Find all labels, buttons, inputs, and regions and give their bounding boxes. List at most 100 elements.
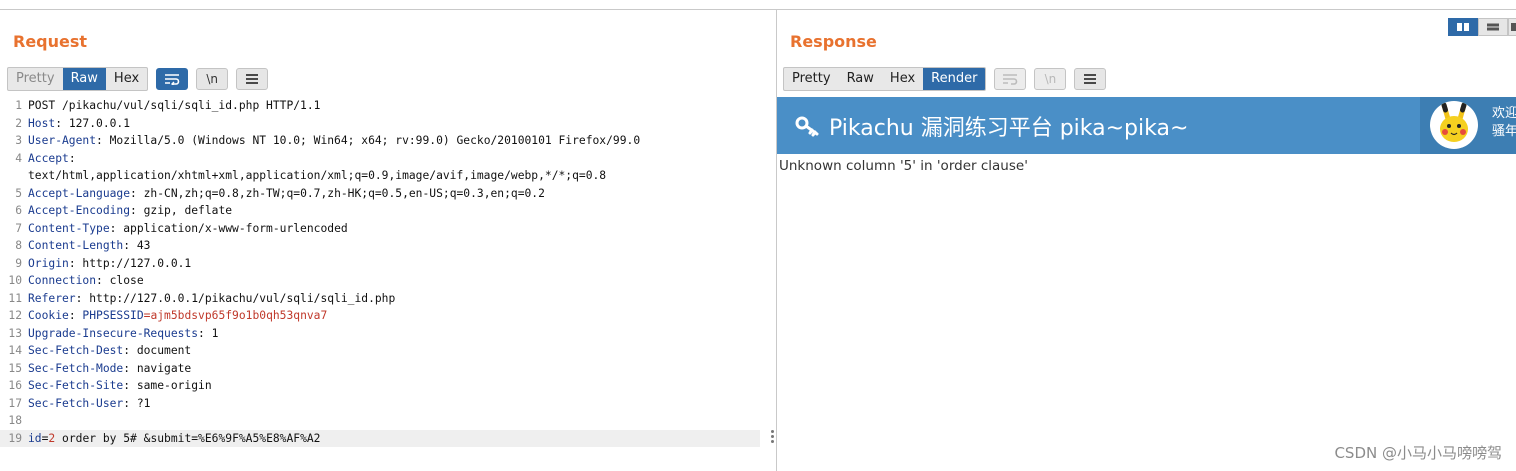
line-number: 10 bbox=[8, 274, 22, 287]
line-key: Accept-Encoding bbox=[28, 204, 131, 217]
layout-toggle bbox=[1448, 18, 1516, 36]
request-line[interactable]: 17 Sec-Fetch-User: ?1 bbox=[0, 395, 760, 413]
request-line[interactable]: 14 Sec-Fetch-Dest: document bbox=[0, 342, 760, 360]
line-value: : zh-CN,zh;q=0.8,zh-TW;q=0.7,zh-HK;q=0.5… bbox=[130, 186, 545, 200]
pikachu-avatar bbox=[1430, 101, 1478, 149]
sql-error-message: Unknown column '5' in 'order clause' bbox=[779, 158, 1028, 174]
rows-icon bbox=[1487, 23, 1499, 31]
line-number: 9 bbox=[15, 256, 22, 270]
line-key: id bbox=[28, 431, 42, 445]
line-key: Sec-Fetch-Dest bbox=[28, 344, 124, 357]
line-value: : same-origin bbox=[123, 379, 212, 392]
line-value: : 127.0.0.1 bbox=[55, 116, 131, 130]
line-number: 14 bbox=[8, 344, 22, 357]
banner-title[interactable]: Pikachu 漏洞练习平台 pika~pika~ bbox=[795, 110, 1188, 142]
csdn-watermark: CSDN @小马小马嗙嗙驾 bbox=[1334, 444, 1502, 462]
line-key: Cookie bbox=[28, 309, 69, 322]
newline-toggle-button[interactable]: \n bbox=[1034, 68, 1067, 90]
request-line[interactable]: 1 POST /pikachu/vul/sqli/sqli_id.php HTTP… bbox=[0, 97, 760, 115]
tab-hex[interactable]: Hex bbox=[106, 68, 147, 90]
request-title: Request bbox=[13, 32, 88, 51]
line-key: Accept bbox=[28, 151, 69, 165]
line-value: : Mozilla/5.0 (Windows NT 10.0; Win64; x… bbox=[96, 134, 641, 147]
wrap-lines-button[interactable] bbox=[994, 68, 1027, 90]
request-line[interactable]: 11 Referer: http://127.0.0.1/pikachu/vul/… bbox=[0, 290, 760, 308]
line-number: 4 bbox=[15, 151, 22, 165]
tab-pretty[interactable]: Pretty bbox=[8, 68, 63, 90]
request-view-tabs: Pretty Raw Hex bbox=[7, 67, 149, 91]
request-line[interactable]: 13 Upgrade-Insecure-Requests: 1 bbox=[0, 325, 760, 343]
line-value: : document bbox=[123, 344, 192, 357]
line-key: Content-Length bbox=[28, 239, 124, 252]
newline-toggle-button[interactable]: \n bbox=[196, 68, 229, 90]
line-value: text/html,application/xhtml+xml,applicat… bbox=[28, 169, 607, 182]
request-line[interactable]: text/html,application/xhtml+xml,applicat… bbox=[0, 167, 760, 185]
tab-raw[interactable]: Raw bbox=[839, 68, 882, 90]
line-value: : bbox=[68, 151, 76, 165]
line-value: 2 bbox=[48, 431, 56, 445]
line-value: : ?1 bbox=[123, 396, 151, 410]
request-line[interactable]: 10 Connection: close bbox=[0, 272, 760, 290]
line-value: POST /pikachu/vul/sqli/sqli_id.php HTTP/… bbox=[28, 99, 321, 112]
request-line[interactable]: 19 id = 2 order by 5# &submit=%E6%9F%A5%E8%… bbox=[0, 429, 760, 447]
line-key: Accept-Language bbox=[28, 186, 131, 200]
wrap-lines-button[interactable] bbox=[156, 68, 189, 90]
request-line[interactable]: 15 Sec-Fetch-Mode: navigate bbox=[0, 360, 760, 378]
request-line[interactable]: 16 Sec-Fetch-Site: same-origin bbox=[0, 377, 760, 395]
rendered-response: Pikachu 漏洞练习平台 pika~pika~ 欢迎 骚年 Unknown … bbox=[777, 97, 1516, 471]
request-line[interactable]: 3 User-Agent: Mozilla/5.0 (Windows NT 10.… bbox=[0, 132, 760, 150]
line-key: Sec-Fetch-User bbox=[28, 396, 124, 410]
menu-icon bbox=[246, 74, 259, 84]
request-line[interactable]: 18 bbox=[0, 412, 760, 430]
request-menu-button[interactable] bbox=[236, 68, 269, 90]
layout-vertical-button[interactable] bbox=[1508, 18, 1516, 36]
line-key: User-Agent bbox=[28, 134, 97, 147]
request-line[interactable]: 2 Host: 127.0.0.1 bbox=[0, 115, 760, 133]
response-pane: Response Pretty Raw Hex Render \n Pikach… bbox=[777, 10, 1516, 471]
line-value: : 1 bbox=[198, 326, 219, 340]
user-area: 欢迎 骚年 bbox=[1420, 97, 1516, 154]
line-number: 15 bbox=[8, 361, 22, 375]
line-number: 8 bbox=[15, 239, 22, 252]
response-view-tabs: Pretty Raw Hex Render bbox=[783, 67, 987, 91]
line-value: : gzip, deflate bbox=[130, 204, 233, 217]
response-menu-button[interactable] bbox=[1074, 68, 1107, 90]
wrap-lines-icon bbox=[165, 74, 180, 85]
line-number: 1 bbox=[15, 99, 22, 112]
line-number: 13 bbox=[8, 326, 22, 340]
line-number: 18 bbox=[8, 414, 22, 427]
response-title: Response bbox=[790, 32, 877, 51]
request-line[interactable]: 4 Accept: bbox=[0, 150, 760, 168]
line-number: 2 bbox=[15, 116, 22, 130]
request-editor[interactable]: 1 POST /pikachu/vul/sqli/sqli_id.php HTTP… bbox=[0, 97, 760, 447]
banner-title-text: Pikachu 漏洞练习平台 pika~pika~ bbox=[829, 116, 1189, 141]
request-line[interactable]: 8 Content-Length: 43 bbox=[0, 237, 760, 255]
request-line[interactable]: 7 Content-Type: application/x-www-form-ur… bbox=[0, 220, 760, 238]
request-line[interactable]: 5 Accept-Language: zh-CN,zh;q=0.8,zh-TW;q… bbox=[0, 185, 760, 203]
line-value: : navigate bbox=[123, 361, 192, 375]
tab-render[interactable]: Render bbox=[923, 68, 986, 90]
line-key: PHPSESSID bbox=[82, 309, 144, 322]
response-toolbar: Pretty Raw Hex Render \n bbox=[783, 67, 1107, 91]
request-line[interactable]: 9 Origin: http://127.0.0.1 bbox=[0, 255, 760, 273]
layout-side-by-side-button[interactable] bbox=[1448, 18, 1478, 36]
tab-raw[interactable]: Raw bbox=[62, 68, 106, 90]
line-number: 7 bbox=[15, 221, 22, 235]
line-value: = bbox=[41, 431, 49, 445]
line-key: Sec-Fetch-Site bbox=[28, 379, 124, 392]
line-value: =ajm5bdsvp65f9o1b0qh53qnva7 bbox=[143, 309, 328, 322]
line-value: : close bbox=[96, 274, 144, 287]
layout-horizontal-button[interactable] bbox=[1478, 18, 1508, 36]
line-key: Sec-Fetch-Mode bbox=[28, 361, 124, 375]
single-pane-icon bbox=[1510, 23, 1516, 31]
pane-resize-handle[interactable] bbox=[771, 428, 775, 448]
tab-pretty[interactable]: Pretty bbox=[784, 68, 839, 90]
wrap-lines-icon bbox=[1003, 74, 1018, 85]
request-line[interactable]: 6 Accept-Encoding: gzip, deflate bbox=[0, 202, 760, 220]
key-icon bbox=[795, 116, 819, 137]
request-pane: Request Pretty Raw Hex \n 1 POST /pikachu… bbox=[0, 10, 774, 471]
line-value: : bbox=[68, 309, 83, 322]
pikachu-header-banner: Pikachu 漏洞练习平台 pika~pika~ 欢迎 骚年 bbox=[777, 97, 1516, 154]
tab-hex[interactable]: Hex bbox=[882, 68, 923, 90]
request-line[interactable]: 12 Cookie: PHPSESSID =ajm5bdsvp65f9o1b0qh5… bbox=[0, 307, 760, 325]
